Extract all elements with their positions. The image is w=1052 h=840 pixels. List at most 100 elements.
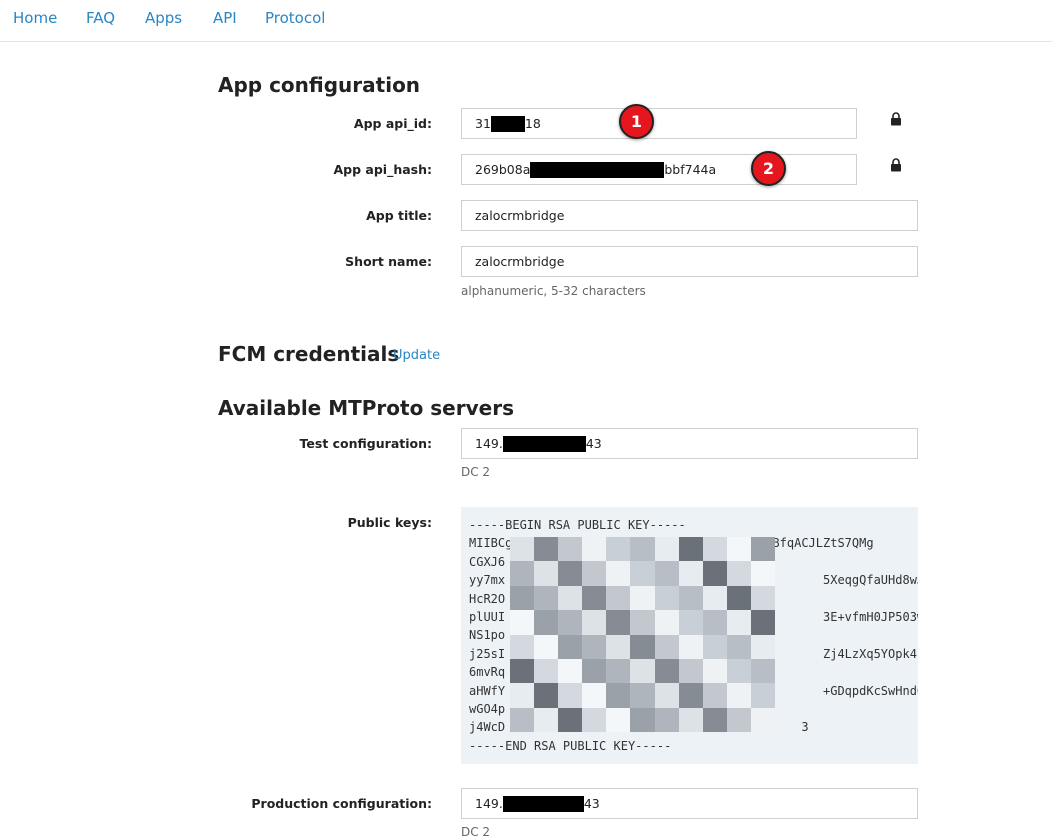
mosaic-cell bbox=[558, 634, 583, 659]
mosaic-cell bbox=[510, 634, 535, 659]
mosaic-cell bbox=[630, 658, 655, 684]
mosaic-cell bbox=[510, 585, 535, 611]
mosaic-cell bbox=[606, 658, 631, 684]
mosaic-cell bbox=[726, 585, 751, 611]
app-title-input[interactable]: zalocrmbridge bbox=[461, 200, 918, 231]
mosaic-cell bbox=[702, 683, 727, 708]
mosaic-cell bbox=[678, 707, 703, 732]
mosaic-cell bbox=[630, 707, 655, 732]
mosaic-cell bbox=[582, 537, 607, 562]
pixelated-redaction bbox=[510, 537, 775, 732]
mosaic-cell bbox=[510, 707, 535, 732]
mosaic-cell bbox=[654, 537, 679, 562]
mosaic-cell bbox=[750, 585, 775, 611]
mosaic-cell bbox=[606, 683, 631, 708]
mosaic-cell bbox=[606, 634, 631, 659]
mosaic-cell bbox=[678, 683, 703, 708]
mosaic-cell bbox=[582, 658, 607, 684]
mosaic-cell bbox=[630, 634, 655, 659]
mosaic-cell bbox=[582, 610, 607, 635]
mosaic-cell bbox=[582, 683, 607, 708]
production-config-field[interactable]: 149. 43 bbox=[461, 788, 918, 819]
mosaic-cell bbox=[726, 683, 751, 708]
nav-faq[interactable]: FAQ bbox=[86, 9, 115, 27]
mosaic-cell bbox=[678, 585, 703, 611]
redaction-bar bbox=[530, 161, 665, 178]
app-title-label: App title: bbox=[366, 208, 432, 223]
nav-api[interactable]: API bbox=[213, 9, 237, 27]
mosaic-cell bbox=[750, 634, 775, 659]
mosaic-cell bbox=[510, 658, 535, 684]
mtproto-heading: Available MTProto servers bbox=[218, 396, 514, 420]
mosaic-cell bbox=[558, 683, 583, 708]
public-keys-label: Public keys: bbox=[347, 515, 432, 530]
mosaic-cell bbox=[726, 561, 751, 586]
nav-home[interactable]: Home bbox=[13, 9, 57, 27]
annotation-badge-2: 2 bbox=[751, 151, 786, 186]
fcm-update-link[interactable]: Update bbox=[393, 348, 440, 363]
test-config-field[interactable]: 149. 43 bbox=[461, 428, 918, 459]
production-config-label: Production configuration: bbox=[251, 796, 432, 811]
mosaic-cell bbox=[534, 610, 559, 635]
mosaic-cell bbox=[510, 561, 535, 586]
mosaic-cell bbox=[654, 634, 679, 659]
mosaic-cell bbox=[510, 537, 535, 562]
mosaic-cell bbox=[726, 610, 751, 635]
mosaic-cell bbox=[726, 658, 751, 684]
mosaic-cell bbox=[606, 537, 631, 562]
mosaic-cell bbox=[654, 707, 679, 732]
mosaic-cell bbox=[750, 537, 775, 562]
mosaic-cell bbox=[558, 707, 583, 732]
api-hash-field[interactable]: 269b08a bbf744a bbox=[461, 154, 857, 185]
mosaic-cell bbox=[582, 585, 607, 611]
mosaic-cell bbox=[582, 707, 607, 732]
mosaic-cell bbox=[534, 634, 559, 659]
mosaic-cell bbox=[678, 561, 703, 586]
mosaic-cell bbox=[606, 561, 631, 586]
fcm-heading: FCM credentials bbox=[218, 342, 400, 366]
mosaic-cell bbox=[702, 537, 727, 562]
mosaic-cell bbox=[510, 683, 535, 708]
mosaic-cell bbox=[630, 585, 655, 611]
short-name-input[interactable]: zalocrmbridge bbox=[461, 246, 918, 277]
test-dc-label: DC 2 bbox=[461, 465, 491, 479]
mosaic-cell bbox=[510, 610, 535, 635]
app-config-heading: App configuration bbox=[218, 73, 421, 97]
mosaic-cell bbox=[750, 707, 775, 732]
nav-apps[interactable]: Apps bbox=[145, 9, 182, 27]
mosaic-cell bbox=[654, 658, 679, 684]
mosaic-cell bbox=[750, 683, 775, 708]
mosaic-cell bbox=[654, 585, 679, 611]
api-id-label: App api_id: bbox=[353, 116, 432, 131]
mosaic-cell bbox=[582, 634, 607, 659]
nav-protocol[interactable]: Protocol bbox=[265, 9, 325, 27]
mosaic-cell bbox=[606, 707, 631, 732]
lock-icon bbox=[891, 158, 901, 172]
api-hash-label: App api_hash: bbox=[333, 162, 432, 177]
short-name-label: Short name: bbox=[345, 254, 432, 269]
mosaic-cell bbox=[702, 610, 727, 635]
mosaic-cell bbox=[606, 585, 631, 611]
mosaic-cell bbox=[702, 634, 727, 659]
api-id-field[interactable]: 31 18 bbox=[461, 108, 857, 139]
mosaic-cell bbox=[678, 658, 703, 684]
mosaic-cell bbox=[678, 537, 703, 562]
mosaic-cell bbox=[534, 561, 559, 586]
top-nav: Home FAQ Apps API Protocol bbox=[0, 0, 1052, 42]
mosaic-cell bbox=[558, 585, 583, 611]
mosaic-cell bbox=[534, 683, 559, 708]
mosaic-cell bbox=[702, 585, 727, 611]
mosaic-cell bbox=[702, 561, 727, 586]
mosaic-cell bbox=[558, 658, 583, 684]
mosaic-cell bbox=[702, 658, 727, 684]
lock-icon bbox=[891, 112, 901, 126]
mosaic-cell bbox=[654, 683, 679, 708]
mosaic-cell bbox=[726, 634, 751, 659]
mosaic-cell bbox=[606, 610, 631, 635]
mosaic-cell bbox=[558, 537, 583, 562]
redaction-bar bbox=[490, 115, 525, 132]
mosaic-cell bbox=[750, 561, 775, 586]
mosaic-cell bbox=[630, 561, 655, 586]
mosaic-cell bbox=[678, 634, 703, 659]
mosaic-cell bbox=[630, 537, 655, 562]
